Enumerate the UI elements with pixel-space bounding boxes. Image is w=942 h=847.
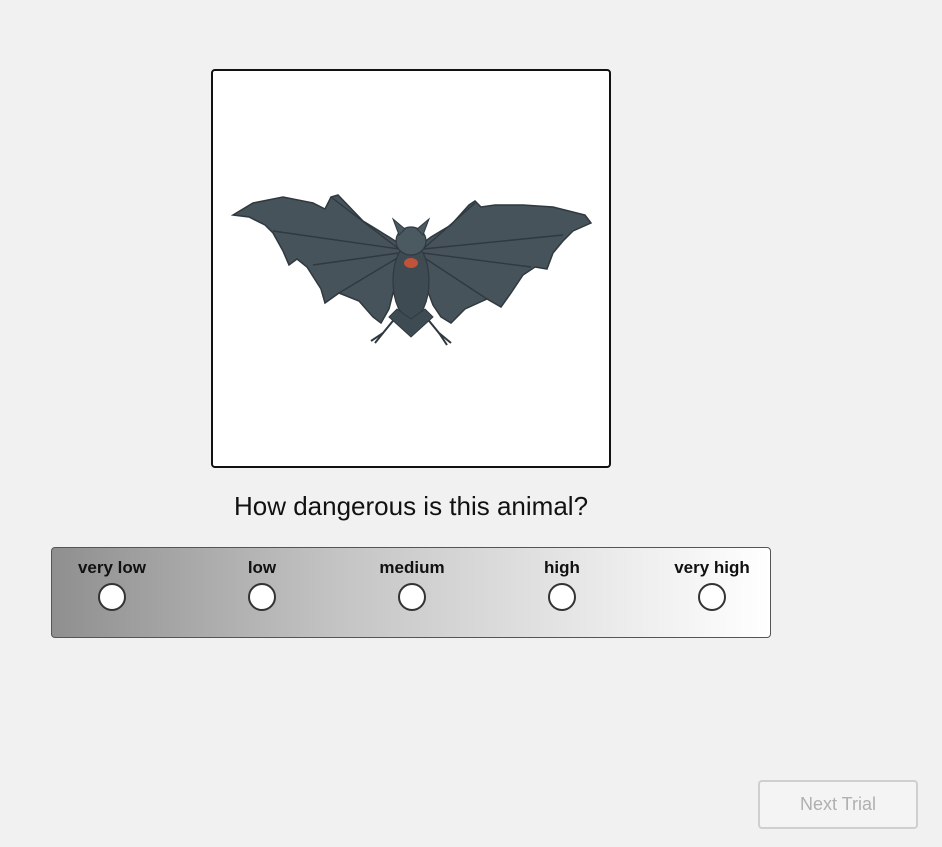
radio-button[interactable] [398,583,426,611]
question-prompt: How dangerous is this animal? [233,491,589,521]
next-trial-button[interactable]: Next Trial [758,780,918,829]
radio-button[interactable] [698,583,726,611]
rating-option-low[interactable]: low [202,548,322,637]
danger-rating-scale: very low low medium high very high [51,547,771,638]
bat-mouth [404,258,418,268]
trial-page: How dangerous is this animal? very low l… [0,0,942,847]
radio-button[interactable] [98,583,126,611]
radio-button[interactable] [248,583,276,611]
stimulus-image-frame [211,69,611,468]
rating-label: medium [379,558,445,577]
rating-label: very high [674,558,750,577]
bat-left-wing [230,194,404,325]
rating-label: low [247,558,277,577]
rating-option-medium[interactable]: medium [352,548,472,637]
rating-option-very-high[interactable]: very high [652,548,772,637]
rating-label: very low [77,558,147,577]
bat-image [230,194,593,346]
rating-label: high [544,558,580,577]
radio-button[interactable] [548,583,576,611]
bat-right-wing [418,200,593,324]
rating-option-very-low[interactable]: very low [52,548,172,637]
rating-option-high[interactable]: high [502,548,622,637]
